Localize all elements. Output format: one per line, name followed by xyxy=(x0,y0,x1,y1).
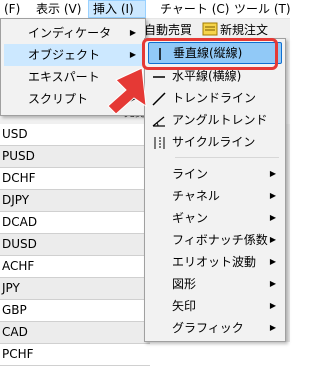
menu-item-label: ギャン xyxy=(172,211,209,225)
menu-item-elliott[interactable]: エリオット波動 ▶ xyxy=(148,251,282,273)
new-order-icon xyxy=(202,21,218,36)
menu-item-cycle-lines[interactable]: サイクルライン xyxy=(148,131,282,153)
new-order-label: 新規注文 xyxy=(220,23,269,37)
list-item[interactable]: DCAD xyxy=(0,212,150,234)
menu-item-channels[interactable]: チャネル ▶ xyxy=(148,185,282,207)
menu-item-indicators[interactable]: インディケータ ▶ xyxy=(4,22,142,44)
menu-item-label: ライン xyxy=(172,167,209,181)
cycle-lines-icon xyxy=(152,135,166,149)
menu-item-trendline[interactable]: トレンドライン xyxy=(148,87,282,109)
horizontal-line-icon xyxy=(152,69,166,83)
angle-trend-icon xyxy=(152,113,166,127)
chevron-right-icon: ▶ xyxy=(269,169,276,178)
menu-item-arrows[interactable]: 矢印 ▶ xyxy=(148,295,282,317)
highlight-box xyxy=(142,38,278,70)
menu-item-fibonacci[interactable]: フィボナッチ係数 ▶ xyxy=(148,229,282,251)
list-item[interactable]: GBP xyxy=(0,300,150,322)
list-item[interactable]: PCHF xyxy=(0,344,150,366)
list-item[interactable]: DCHF xyxy=(0,168,150,190)
menu-separator xyxy=(175,157,279,158)
menu-item-label: オブジェクト xyxy=(28,48,101,62)
chevron-right-icon: ▶ xyxy=(269,323,276,332)
object-submenu: 垂直線(縦線) 水平線(横線) トレンドライン アングルトレンド サイクルライン… xyxy=(144,38,286,342)
menu-chart[interactable]: チャート (C) xyxy=(156,0,229,18)
menu-tools[interactable]: ツール (T) xyxy=(230,0,291,18)
chevron-right-icon: ▶ xyxy=(129,50,136,59)
chevron-right-icon: ▶ xyxy=(269,235,276,244)
trendline-icon xyxy=(152,91,166,106)
menu-item-label: フィボナッチ係数 xyxy=(172,233,268,247)
list-item[interactable]: JPY xyxy=(0,278,150,300)
menu-item-label: チャネル xyxy=(172,189,220,203)
pointer-arrow-icon xyxy=(107,67,147,115)
menu-item-label: 図形 xyxy=(172,277,197,291)
menu-item-gann[interactable]: ギャン ▶ xyxy=(148,207,282,229)
menu-insert[interactable]: 挿入 (I) xyxy=(88,0,146,18)
menu-item-label: サイクルライン xyxy=(172,135,256,149)
chevron-right-icon: ▶ xyxy=(269,301,276,310)
chevron-right-icon: ▶ xyxy=(269,257,276,266)
list-item[interactable]: ACHF xyxy=(0,256,150,278)
menu-item-label: スクリプト xyxy=(28,92,89,106)
chevron-right-icon: ▶ xyxy=(129,28,136,37)
menu-item-graphics[interactable]: グラフィック ▶ xyxy=(148,317,282,339)
list-item[interactable]: CAD xyxy=(0,322,150,344)
menu-item-label: エキスパート xyxy=(28,70,100,84)
menu-item-shapes[interactable]: 図形 ▶ xyxy=(148,273,282,295)
list-item[interactable]: DUSD xyxy=(0,234,150,256)
menu-item-label: グラフィック xyxy=(172,321,244,335)
menu-item-angle-trend[interactable]: アングルトレンド xyxy=(148,109,282,131)
symbol-list: USD PUSD DCHF DJPY DCAD DUSD ACHF JPY GB… xyxy=(0,124,150,366)
list-item[interactable]: USD xyxy=(0,124,150,146)
chevron-right-icon: ▶ xyxy=(269,279,276,288)
list-item[interactable]: DJPY xyxy=(0,190,150,212)
menu-item-label: インディケータ xyxy=(28,26,112,40)
menu-view[interactable]: 表示 (V) xyxy=(32,0,81,18)
chevron-right-icon: ▶ xyxy=(269,191,276,200)
menu-item-label: 矢印 xyxy=(172,299,197,313)
menu-bar: (F) 表示 (V) 挿入 (I) チャート (C) ツール (T) xyxy=(0,0,291,19)
menu-item-label: エリオット波動 xyxy=(172,255,257,269)
menu-item-label: アングルトレンド xyxy=(172,113,268,127)
menu-item-label: トレンドライン xyxy=(172,91,257,105)
auto-trade-label: 自動売買 xyxy=(144,23,193,37)
menu-item-lines[interactable]: ライン ▶ xyxy=(148,163,282,185)
menu-file[interactable]: (F) xyxy=(0,0,20,18)
menu-item-objects[interactable]: オブジェクト ▶ xyxy=(4,44,142,66)
list-item[interactable]: PUSD xyxy=(0,146,150,168)
chevron-right-icon: ▶ xyxy=(269,213,276,222)
